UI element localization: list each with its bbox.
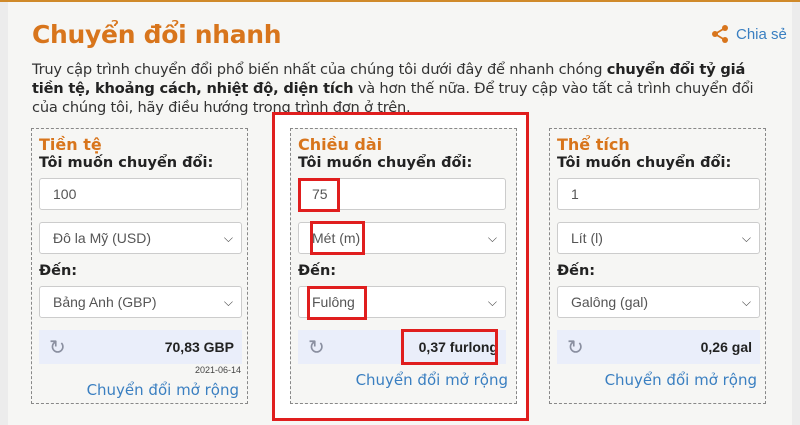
amount-input[interactable]: 1 [557,178,760,210]
to-label: Đến: [298,263,337,279]
from-label: Tôi muốn chuyển đổi: [39,155,214,171]
highlight-to-unit [307,286,367,320]
length-converter-card: Chiều dài Tôi muốn chuyển đổi: 75 Mét (m… [290,128,517,404]
chevron-down-icon: ⌵ [223,295,233,309]
from-unit-value: Lít (l) [571,230,603,246]
to-unit-value: Galông (gal) [571,294,649,310]
amount-input[interactable]: 100 [39,178,242,210]
volume-converter-card: Thể tích Tôi muốn chuyển đổi: 1 Lít (l) … [549,128,766,404]
from-label: Tôi muốn chuyển đổi: [557,155,732,171]
highlight-from-unit [310,221,365,255]
result-box: ↻ 0,26 gal [557,330,760,364]
to-label: Đến: [557,263,596,279]
share-label: Chia sẻ [736,25,787,43]
share-button[interactable]: Chia sẻ [710,24,787,44]
chevron-down-icon: ⌵ [741,231,751,245]
from-unit-value: Đô la Mỹ (USD) [53,230,152,246]
to-unit-value: Bảng Anh (GBP) [53,294,157,310]
page-edge-right [792,2,800,425]
chevron-down-icon: ⌵ [487,295,497,309]
from-unit-select[interactable]: Đô la Mỹ (USD) ⌵ [39,222,242,254]
more-conversions-link[interactable]: Chuyển đổi mở rộng [605,371,757,389]
result-box: ↻ 70,83 GBP [39,330,242,364]
share-icon [712,25,728,43]
refresh-icon[interactable]: ↻ [49,335,66,360]
result-value: 0,26 gal [700,339,752,355]
chevron-down-icon: ⌵ [223,231,233,245]
rate-date: 2021-06-14 [194,365,241,375]
result-value: 70,83 GBP [164,339,234,355]
card-title: Thể tích [557,135,630,154]
more-conversions-link[interactable]: Chuyển đổi mở rộng [87,381,239,399]
card-title: Chiều dài [298,135,383,154]
from-label: Tôi muốn chuyển đổi: [298,155,473,171]
chevron-down-icon: ⌵ [487,231,497,245]
from-unit-select[interactable]: Lít (l) ⌵ [557,222,760,254]
to-label: Đến: [39,263,78,279]
to-unit-select[interactable]: Galông (gal) ⌵ [557,286,760,318]
intro-text: Truy cập trình chuyển đổi phổ biến nhất … [32,60,772,117]
highlight-amount [298,178,340,212]
card-title: Tiền tệ [39,135,102,154]
chevron-down-icon: ⌵ [741,295,751,309]
refresh-icon[interactable]: ↻ [308,335,325,360]
highlight-result [401,329,498,365]
page-title: Chuyển đổi nhanh [32,20,282,49]
page: Chuyển đổi nhanh Chia sẻ Truy cập trình … [0,0,800,425]
to-unit-select[interactable]: Bảng Anh (GBP) ⌵ [39,286,242,318]
refresh-icon[interactable]: ↻ [567,335,584,360]
page-edge-left [0,2,8,425]
intro-part1: Truy cập trình chuyển đổi phổ biến nhất … [32,61,607,78]
more-conversions-link[interactable]: Chuyển đổi mở rộng [356,371,508,389]
currency-converter-card: Tiền tệ Tôi muốn chuyển đổi: 100 Đô la M… [31,128,248,404]
